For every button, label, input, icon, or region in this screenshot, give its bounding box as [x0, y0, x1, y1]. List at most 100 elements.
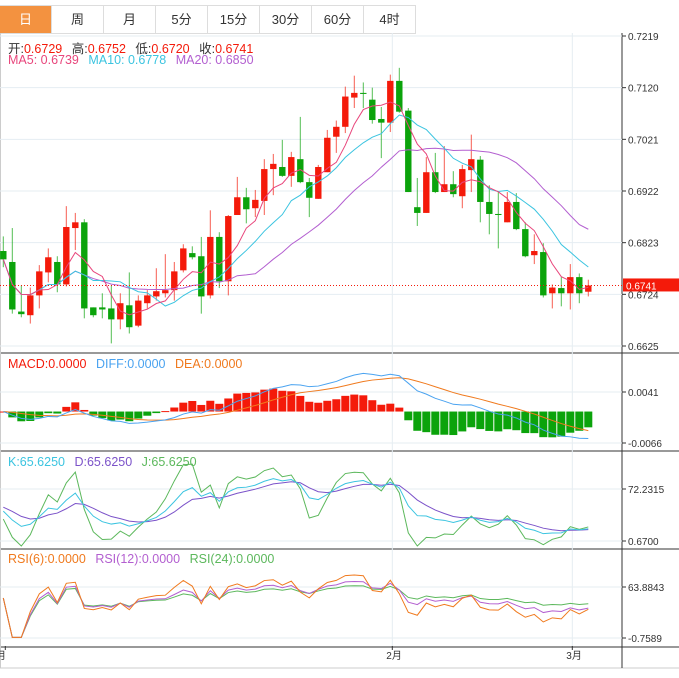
candle-up	[531, 251, 538, 256]
candle-down	[369, 99, 376, 121]
macd-bar-positive	[80, 409, 89, 412]
candle-up	[270, 163, 277, 170]
macd-bar-negative	[125, 411, 134, 422]
rsi24-line	[2, 585, 589, 638]
chart-canvas[interactable]: 0.72190.71200.70210.69220.68230.67240.66…	[0, 0, 679, 678]
macd-bar-positive	[368, 400, 377, 412]
macd-bar-negative	[503, 411, 512, 430]
macd-bar-positive	[197, 404, 206, 412]
candle-up	[153, 291, 160, 297]
candle-down	[306, 182, 313, 198]
price-tick-label: 0.7219	[628, 32, 659, 43]
candle-up	[162, 290, 169, 294]
candle-down	[414, 207, 421, 213]
macd-bar-positive	[305, 401, 314, 412]
macd-bar-negative	[422, 411, 431, 433]
x-axis-label: 月	[0, 650, 6, 662]
candle-up	[144, 295, 151, 304]
rsi6-value: RSI(6):0.0000	[8, 552, 86, 566]
k-value: K:65.6250	[8, 455, 65, 469]
candle-down	[495, 213, 502, 216]
macd-bar-negative	[440, 411, 449, 435]
candle-up	[234, 197, 241, 216]
macd-bar-positive	[224, 398, 233, 412]
macd-legend: MACD:0.0000 DIFF:0.0000 DEA:0.0000	[8, 357, 248, 371]
candle-down	[279, 166, 286, 176]
ma20-line	[2, 147, 589, 296]
macd-bar-negative	[404, 411, 413, 421]
macd-bar-negative	[566, 411, 575, 433]
rsi24-value: RSI(24):0.0000	[189, 552, 275, 566]
kline-chart-widget: 日 周 月 5分 15分 30分 60分 4时 0.7219 0.7120 0.70…	[0, 0, 679, 678]
macd-bar-positive	[314, 402, 323, 412]
candle-down	[396, 80, 403, 112]
kdj-tick-label: 0.6700	[628, 537, 659, 548]
macd-bar-positive	[188, 400, 197, 412]
macd-bar-positive	[395, 407, 404, 412]
macd-bar-negative	[512, 411, 521, 431]
candle-up	[27, 295, 34, 316]
price-tick-label: 0.7120	[628, 84, 659, 95]
candle-up	[333, 126, 340, 137]
macd-bar-negative	[584, 411, 593, 428]
ma5-line	[2, 101, 589, 316]
macd-bar-positive	[161, 411, 170, 413]
candle-down	[486, 201, 493, 214]
candle-down	[189, 253, 196, 258]
candle-up	[342, 96, 349, 127]
candle-up	[225, 216, 232, 282]
candle-up	[36, 271, 43, 296]
macd-bar-positive	[296, 395, 305, 412]
macd-bar-positive	[341, 395, 350, 412]
j-line	[2, 463, 589, 547]
x-axis-label: 2月	[386, 650, 402, 662]
macd-bar-positive	[179, 402, 188, 412]
d-value: D:65.6250	[74, 455, 133, 469]
macd-bar-negative	[539, 411, 548, 438]
macd-bar-positive	[62, 406, 71, 412]
macd-bar-positive	[386, 403, 395, 412]
macd-bar-positive	[350, 394, 359, 412]
ma20-value: MA20: 0.6850	[175, 53, 254, 67]
candle-up	[585, 285, 592, 292]
candle-up	[351, 92, 358, 98]
macd-bar-negative	[152, 411, 161, 414]
candle-down	[126, 305, 133, 328]
candle-down	[90, 307, 97, 316]
candle-up	[45, 257, 52, 273]
macd-bar-positive	[278, 390, 287, 412]
candle-up	[180, 248, 187, 271]
macd-bar-negative	[413, 411, 422, 431]
candle-down	[243, 197, 250, 210]
price-tick-label: 0.6625	[628, 342, 659, 353]
ma10-value: MA10: 0.6778	[88, 53, 167, 67]
x-axis-label: 3月	[566, 650, 582, 662]
candle-down	[18, 311, 25, 315]
macd-bar-positive	[323, 400, 332, 412]
rsi-legend: RSI(6):0.0000 RSI(12):0.0000 RSI(24):0.0…	[8, 552, 280, 566]
candle-down	[99, 307, 106, 310]
j-value: J:65.6250	[141, 455, 197, 469]
macd-bar-positive	[251, 392, 260, 412]
rsi12-value: RSI(12):0.0000	[95, 552, 181, 566]
candle-up	[504, 201, 511, 223]
macd-tick-label: -0.0066	[628, 439, 662, 450]
macd-bar-negative	[143, 411, 152, 416]
macd-bar-positive	[332, 399, 341, 412]
candle-down	[81, 222, 88, 309]
macd-bar-positive	[170, 407, 179, 412]
candle-up	[468, 159, 475, 171]
macd-bar-negative	[35, 411, 44, 418]
price-tick-label: 0.6922	[628, 187, 659, 198]
candle-down	[378, 118, 385, 123]
candle-down	[360, 92, 367, 94]
macd-bar-negative	[476, 411, 485, 430]
candle-down	[522, 229, 529, 257]
ma-legend: MA5: 0.6739 MA10: 0.6778 MA20: 0.6850	[8, 53, 260, 67]
macd-bar-negative	[467, 411, 476, 428]
candle-down	[108, 308, 115, 320]
macd-bar-positive	[359, 395, 368, 412]
last-price-label: 0.6741	[626, 281, 657, 292]
price-tick-label: 0.6823	[628, 239, 659, 250]
macd-bar-negative	[116, 411, 125, 420]
